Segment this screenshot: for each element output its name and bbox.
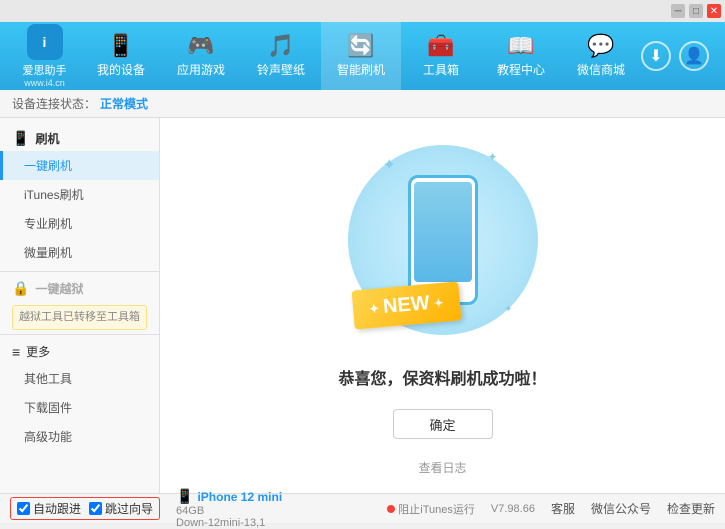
nav-tutorial[interactable]: 📖 教程中心 <box>481 22 561 90</box>
check-update-link[interactable]: 检查更新 <box>667 500 715 517</box>
jailbreak-section-icon: 🔒 <box>12 280 29 297</box>
minimize-button[interactable]: ─ <box>671 4 685 18</box>
confirm-button[interactable]: 确定 <box>393 409 493 439</box>
phone-illustration: ✦ ✦ ✦ ✦ NEW ✦ <box>343 135 543 345</box>
nav-wechat-shop[interactable]: 💬 微信商城 <box>561 22 641 90</box>
sidebar-jailbreak-header: 🔒 一键越狱 <box>0 276 159 301</box>
logo-name: 爱思助手 <box>23 62 67 78</box>
sparkle-top-left: ✦ <box>383 155 396 175</box>
nav-app-games[interactable]: 🎮 应用游戏 <box>161 22 241 90</box>
user-button[interactable]: 👤 <box>679 41 709 71</box>
sidebar-advanced[interactable]: 高级功能 <box>0 422 159 451</box>
itunes-status: 阻止iTunes运行 <box>387 501 475 517</box>
smartshop-icon: 🔄 <box>347 35 374 57</box>
bottom-bar: 自动跟进 跳过向导 📱 iPhone 12 mini 64GB Down-12m… <box>0 493 725 523</box>
sidebar-jailbreak-warning: 越狱工具已转移至工具箱 <box>12 305 147 330</box>
sparkle-top-right: ✦ <box>487 150 497 164</box>
logo-url: www.i4.cn <box>24 78 65 88</box>
bottom-right: 阻止iTunes运行 V7.98.66 客服 微信公众号 检查更新 <box>387 500 715 517</box>
main-layout: 📱 刷机 一键刷机 iTunes刷机 专业刷机 微量刷机 🔒 一键越狱 越狱工具… <box>0 118 725 493</box>
device-icon: 📱 <box>107 35 134 57</box>
status-label: 设备连接状态： <box>12 95 96 112</box>
sidebar-divider-1 <box>0 271 159 272</box>
sidebar-backup-flash[interactable]: 微量刷机 <box>0 238 159 267</box>
show-log-link[interactable]: 查看日志 <box>418 459 466 476</box>
device-storage: 64GB <box>176 505 282 517</box>
sidebar-pro-flash[interactable]: 专业刷机 <box>0 209 159 238</box>
sidebar-itunes-flash[interactable]: iTunes刷机 <box>0 180 159 209</box>
toolbox-icon: 🧰 <box>427 35 454 57</box>
auto-follow-input[interactable] <box>17 502 30 515</box>
main-content: ✦ ✦ ✦ ✦ NEW ✦ 恭喜您，保资料刷机成功啦！ 确定 查看日志 <box>160 118 725 493</box>
nav-bar: i 爱思助手 www.i4.cn 📱 我的设备 🎮 应用游戏 🎵 铃声壁纸 🔄 … <box>0 22 725 90</box>
flash-section-icon: 📱 <box>12 130 29 147</box>
auto-follow-checkbox[interactable]: 自动跟进 <box>17 500 81 517</box>
close-button[interactable]: ✕ <box>707 4 721 18</box>
download-button[interactable]: ⬇ <box>641 41 671 71</box>
sparkle-right: ✦ <box>433 295 444 310</box>
sidebar: 📱 刷机 一键刷机 iTunes刷机 专业刷机 微量刷机 🔒 一键越狱 越狱工具… <box>0 118 160 493</box>
sidebar-flash-header: 📱 刷机 <box>0 126 159 151</box>
nav-smart-shop[interactable]: 🔄 智能刷机 <box>321 22 401 90</box>
itunes-dot <box>387 505 395 513</box>
skip-wizard-checkbox[interactable]: 跳过向导 <box>89 500 153 517</box>
maximize-button[interactable]: □ <box>689 4 703 18</box>
device-name: iPhone 12 mini <box>197 490 282 504</box>
flash-section-label: 刷机 <box>35 130 59 147</box>
nav-ringtones[interactable]: 🎵 铃声壁纸 <box>241 22 321 90</box>
sidebar-more-header: ≡ 更多 <box>0 339 159 364</box>
more-section-label: 更多 <box>26 343 50 360</box>
support-link[interactable]: 客服 <box>551 500 575 517</box>
nav-my-device[interactable]: 📱 我的设备 <box>81 22 161 90</box>
status-value: 正常模式 <box>100 95 148 112</box>
sidebar-other-tools[interactable]: 其他工具 <box>0 364 159 393</box>
logo-area: i 爱思助手 www.i4.cn <box>8 24 81 88</box>
success-text: 恭喜您，保资料刷机成功啦！ <box>338 365 546 389</box>
wechat-link[interactable]: 微信公众号 <box>591 500 651 517</box>
sidebar-divider-2 <box>0 334 159 335</box>
nav-toolbox[interactable]: 🧰 工具箱 <box>401 22 481 90</box>
title-bar: ─ □ ✕ <box>0 0 725 22</box>
nav-items: 📱 我的设备 🎮 应用游戏 🎵 铃声壁纸 🔄 智能刷机 🧰 工具箱 📖 教程中心… <box>81 22 641 90</box>
wechatshop-icon: 💬 <box>587 35 614 57</box>
more-section-icon: ≡ <box>12 344 20 360</box>
skip-wizard-input[interactable] <box>89 502 102 515</box>
nav-right: ⬇ 👤 <box>641 41 717 71</box>
device-phone-icon: 📱 <box>176 488 193 505</box>
version-text: V7.98.66 <box>491 503 535 515</box>
sidebar-one-key-flash[interactable]: 一键刷机 <box>0 151 159 180</box>
sidebar-download-firmware[interactable]: 下载固件 <box>0 393 159 422</box>
appgames-icon: 🎮 <box>187 35 214 57</box>
sparkle-left: ✦ <box>368 301 379 316</box>
logo-icon: i <box>27 24 63 60</box>
ringtones-icon: 🎵 <box>267 35 294 57</box>
sparkle-bottom-right: ✦ <box>504 304 512 315</box>
jailbreak-section-label: 一键越狱 <box>35 280 83 297</box>
phone-screen <box>414 182 472 282</box>
checkbox-group: 自动跟进 跳过向导 <box>10 497 160 520</box>
tutorial-icon: 📖 <box>507 35 534 57</box>
device-firmware: Down-12mini-13,1 <box>176 517 282 529</box>
status-bar: 设备连接状态： 正常模式 <box>0 90 725 118</box>
